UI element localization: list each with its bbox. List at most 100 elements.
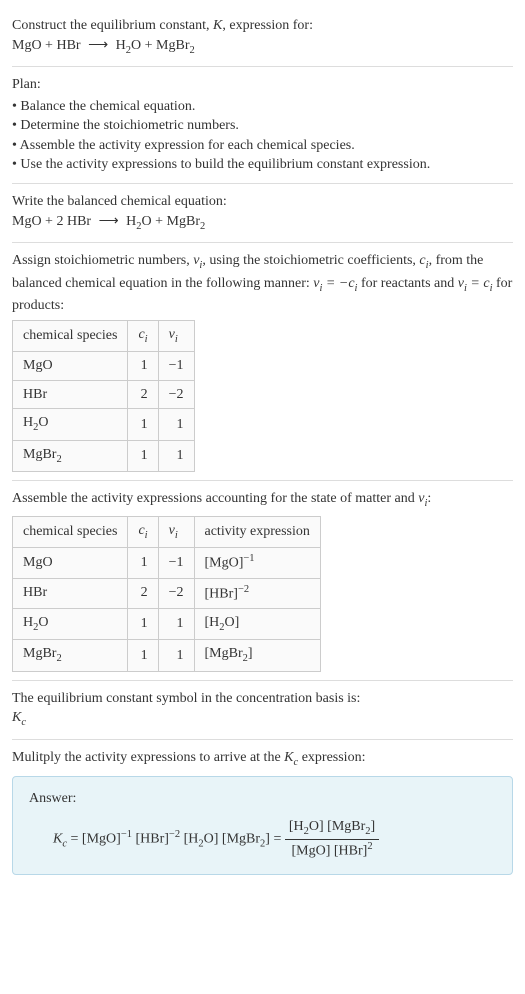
activity-table: chemical species ci νi activity expressi… (12, 516, 321, 672)
act-sup: −1 (243, 553, 254, 564)
intro-section: Construct the equilibrium constant, K, e… (12, 8, 513, 67)
multiply-section: Mulitply the activity expressions to arr… (12, 740, 513, 883)
header-nui: νi (158, 516, 194, 547)
fd-sup: 2 (367, 841, 372, 852)
bal-rhs-a: H (126, 214, 136, 229)
header-species: chemical species (13, 320, 128, 351)
kc-k: K (284, 750, 293, 765)
eq-sub2: 2 (190, 44, 195, 55)
act-a: Assemble the activity expressions accoun… (12, 491, 418, 506)
cell-species: H2O (13, 608, 128, 639)
table-row: MgBr2 1 1 [MgBr2] (13, 640, 321, 671)
sp-sub: 2 (56, 653, 61, 664)
act-b: ] (248, 646, 253, 661)
table-header-row: chemical species ci νi (13, 320, 195, 351)
cell-ci: 1 (128, 608, 158, 639)
frac-den: [MgO] [HBr]2 (285, 840, 379, 861)
plan-item: Use the activity expressions to build th… (12, 155, 513, 175)
cell-species: HBr (13, 578, 128, 608)
stoich-section: Assign stoichiometric numbers, νi, using… (12, 243, 513, 481)
symbol-line: The equilibrium constant symbol in the c… (12, 689, 513, 709)
plan-section: Plan: Balance the chemical equation. Det… (12, 67, 513, 184)
t1: [MgO] (82, 832, 121, 847)
activity-intro: Assemble the activity expressions accoun… (12, 489, 513, 511)
kc-sub: c (21, 717, 26, 728)
act-a: [H (205, 615, 220, 630)
act-sup: −2 (238, 584, 249, 595)
cell-ci: 1 (128, 409, 158, 440)
cell-ci: 2 (128, 578, 158, 608)
t1-sup: −1 (121, 829, 132, 840)
cell-species: H2O (13, 409, 128, 440)
header-activity: activity expression (194, 516, 320, 547)
fn-c: ] (371, 819, 376, 834)
stoich-d: for reactants and (357, 276, 457, 291)
cell-activity: [MgBr2] (194, 640, 320, 671)
cell-nui: −1 (158, 352, 194, 381)
eq-rhs-b: O + MgBr (131, 38, 189, 53)
cell-species: MgBr2 (13, 440, 128, 471)
nu-eq-b: = −c (322, 276, 354, 291)
cell-nui: −1 (158, 548, 194, 578)
symbol-section: The equilibrium constant symbol in the c… (12, 681, 513, 740)
stoich-table: chemical species ci νi MgO 1 −1 HBr 2 −2… (12, 320, 195, 473)
stoich-intro: Assign stoichiometric numbers, νi, using… (12, 251, 513, 316)
cell-activity: [HBr]−2 (194, 578, 320, 608)
stoich-b: , using the stoichiometric coefficients, (202, 253, 419, 268)
sub-i: i (145, 333, 148, 344)
fn-b: O] [MgBr (309, 819, 365, 834)
plan-title: Plan: (12, 75, 513, 95)
cell-nui: −2 (158, 380, 194, 409)
header-ci: ci (128, 516, 158, 547)
intro-equation: MgO + HBr ⟶ H2O + MgBr2 (12, 36, 513, 58)
cell-species: MgBr2 (13, 640, 128, 671)
activity-section: Assemble the activity expressions accoun… (12, 481, 513, 680)
fn-a: [H (289, 819, 304, 834)
intro-part-a: Construct the equilibrium constant, (12, 18, 213, 33)
cell-activity: [MgO]−1 (194, 548, 320, 578)
bal-lhs: MgO + 2 HBr (12, 214, 91, 229)
answer-box: Answer: Kc = [MgO]−1 [HBr]−2 [H2O] [MgBr… (12, 776, 513, 874)
sp-a: MgBr (23, 646, 56, 661)
eq-sign: = (67, 832, 82, 847)
t4a: [MgBr (222, 832, 260, 847)
table-row: HBr 2 −2 [HBr]−2 (13, 578, 321, 608)
mult-a: Mulitply the activity expressions to arr… (12, 750, 284, 765)
t3b: O] (204, 832, 219, 847)
intro-text: Construct the equilibrium constant, K, e… (12, 16, 513, 36)
table-row: MgBr2 1 1 (13, 440, 195, 471)
sp-a: H (23, 615, 33, 630)
cell-nui: 1 (158, 640, 194, 671)
act-base: [MgO] (205, 556, 244, 571)
sp-a: MgBr (23, 447, 56, 462)
kc-k: K (53, 832, 62, 847)
cell-nui: −2 (158, 578, 194, 608)
fd-a: [MgO] [HBr] (291, 844, 367, 859)
cell-ci: 2 (128, 380, 158, 409)
bal-rhs-b: O + MgBr (142, 214, 200, 229)
eq-lhs: MgO + HBr (12, 38, 81, 53)
t2: [HBr] (135, 832, 168, 847)
t3a: [H (184, 832, 199, 847)
cell-ci: 1 (128, 640, 158, 671)
table-header-row: chemical species ci νi activity expressi… (13, 516, 321, 547)
cell-nui: 1 (158, 608, 194, 639)
kc-symbol: Kc (12, 708, 513, 730)
cell-ci: 1 (128, 440, 158, 471)
intro-part-b: , expression for: (222, 18, 313, 33)
act-colon: : (427, 491, 431, 506)
sp-b: O (38, 615, 48, 630)
plan-list: Balance the chemical equation. Determine… (12, 97, 513, 175)
table-row: H2O 1 1 (13, 409, 195, 440)
table-row: MgO 1 −1 [MgO]−1 (13, 548, 321, 578)
bal-sub2: 2 (200, 220, 205, 231)
cell-species: HBr (13, 380, 128, 409)
plan-item: Assemble the activity expression for eac… (12, 136, 513, 156)
sp-b: O (38, 415, 48, 430)
header-species: chemical species (13, 516, 128, 547)
t2-sup: −2 (169, 829, 180, 840)
balanced-equation: MgO + 2 HBr ⟶ H2O + MgBr2 (12, 212, 513, 234)
cell-species: MgO (13, 352, 128, 381)
act-b: O] (225, 615, 240, 630)
sp-sub: 2 (56, 454, 61, 465)
